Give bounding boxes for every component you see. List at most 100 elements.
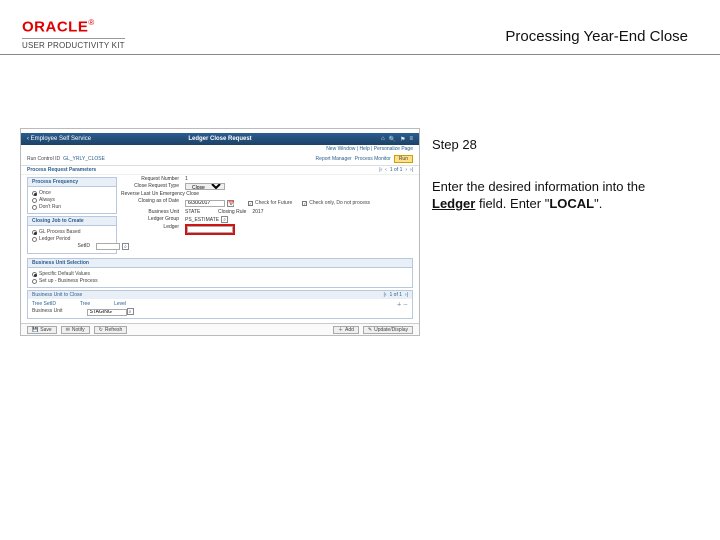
save-button[interactable]: 💾Save [27,326,57,334]
notify-button[interactable]: ✉Notify [61,326,90,334]
chk-future[interactable] [248,201,253,206]
rule-label: Closing Rule [206,209,246,215]
chk-future-label: Check for Future [255,200,292,206]
unit-label: Business Unit [121,209,179,215]
bu-col-tree: Tree SetID [32,301,56,308]
menu-icon[interactable]: ≡ [409,136,413,143]
add-button[interactable]: ＋Add [333,326,359,334]
page-title: Processing Year-End Close [505,28,688,45]
freq-dont-radio[interactable] [32,205,37,210]
instr-seg-b: field. Enter " [475,196,549,211]
close-req-select[interactable]: Close [185,183,225,190]
bu-row-add[interactable]: ＋ － [397,301,408,308]
nav-icon-group: ⌂ 🔍 ⚑ ≡ [381,136,413,143]
selection-panel: Business Unit Selection Specific Default… [27,258,413,288]
save-icon: 💾 [32,327,38,333]
selection-header: Business Unit Selection [28,259,412,268]
pager-first[interactable]: |‹ [379,167,382,173]
refresh-button[interactable]: ↻Refresh [94,326,128,334]
sel-group-label: Set up - Business Process [39,278,98,284]
bu-grid-body: Tree SetID Tree Level ＋ － Business Unit … [27,299,413,319]
sel-values-radio[interactable] [32,272,37,277]
upk-subtitle: USER PRODUCTIVITY KIT [22,38,125,50]
nav-page-title: Ledger Close Request [188,136,251,142]
setid-label: SetID [32,243,90,250]
brand-block: ORACLE® USER PRODUCTIVITY KIT [22,18,125,50]
req-num-value: 1 [185,176,188,182]
runctl-value: GL_YRLY_CLOSE [63,156,105,162]
process-monitor-link[interactable]: Process Monitor [355,156,391,162]
setid-input[interactable] [96,243,120,250]
bu-pager-text: 1 of 1 [390,292,403,298]
asof-label: Closing as of Date [121,198,179,208]
journal-header: Closing Job to Create [28,217,116,226]
instruction-text: Enter the desired information into the L… [432,178,692,213]
sel-group-radio[interactable] [32,279,37,284]
refresh-icon: ↻ [99,327,103,333]
instr-ledger-word: Ledger [432,196,475,211]
pager-last[interactable]: ›| [410,167,413,173]
unit-value: STATE [185,209,200,215]
bu-row-input[interactable] [87,309,127,316]
group-value: PS_ESTIMATE [185,217,219,223]
ledger-field-highlight [185,224,235,235]
app-footer: 💾Save ✉Notify ↻Refresh ＋Add ✎Update/Disp… [21,323,419,335]
ledger-label: Ledger [121,224,179,235]
bu-row-label: Business Unit [32,308,63,316]
rule-value: 2017 [252,209,263,215]
plus-icon: ＋ [338,326,343,333]
app-screenshot: ‹ Employee Self Service Ledger Close Req… [20,128,420,336]
reverse-label: Reverse Last Un Emergency Close [121,191,199,197]
bu-row-lookup-icon[interactable]: ⌕ [127,308,134,315]
request-bar: Process Request Parameters |‹ ‹ 1 of 1 ›… [21,166,419,175]
app-navbar: ‹ Employee Self Service Ledger Close Req… [21,133,419,145]
instr-local-word: LOCAL [549,196,594,211]
process-frequency-panel: Process Frequency Once Always Don't Run [27,177,117,214]
close-req-label: Close Request Type [121,183,179,190]
sel-values-label: Specific Default Values [39,271,90,277]
pager-next[interactable]: › [405,167,407,173]
home-icon[interactable]: ⌂ [381,136,385,143]
group-label: Ledger Group [121,216,179,223]
ledger-input[interactable] [187,226,233,233]
update-display-button[interactable]: ✎Update/Display [363,326,413,334]
freq-header: Process Frequency [28,178,116,187]
bu-pager: |‹ 1 of 1 ›| [384,292,408,298]
step-number: Step 28 [432,136,692,154]
req-header: Process Request Parameters [27,167,96,173]
pager-pos: 1 of 1 [390,167,403,173]
closing-job-panel: Closing Job to Create GL Process Based L… [27,216,117,254]
bu-grid-header: Business Unit to Close |‹ 1 of 1 ›| [27,290,413,299]
group-lookup-icon[interactable]: ⌕ [221,216,228,223]
freq-always-radio[interactable] [32,198,37,203]
freq-always-label: Always [39,197,55,203]
header-divider [0,54,720,55]
oracle-tm: ® [88,18,94,27]
bu-col-level: Level [114,301,126,308]
notify-icon: ✉ [66,327,70,333]
report-mgr-link[interactable]: Report Manager [316,156,352,162]
run-button[interactable]: Run [394,155,413,163]
update-icon: ✎ [368,327,372,333]
chk-only[interactable] [302,201,307,206]
oracle-wordmark: ORACLE [22,18,88,35]
req-pager: |‹ ‹ 1 of 1 › ›| [379,167,413,173]
journal-b-radio[interactable] [32,237,37,242]
nav-crumbs[interactable]: New Window | Help | Personalize Page [21,145,419,153]
pager-prev[interactable]: ‹ [385,167,387,173]
bu-pager-first[interactable]: |‹ [384,292,387,298]
search-icon[interactable]: 🔍 [389,136,396,143]
journal-gl-radio[interactable] [32,230,37,235]
flag-icon[interactable]: ⚑ [400,136,405,143]
runctl-label: Run Control ID [27,156,60,162]
bu-pager-last[interactable]: ›| [405,292,408,298]
calendar-icon[interactable]: 📅 [227,200,234,207]
instruction-panel: Step 28 Enter the desired information in… [432,136,692,213]
instr-seg-a: Enter the desired information into the [432,179,645,194]
bu-header-label: Business Unit to Close [32,292,82,298]
journal-b-label: Ledger Period [39,236,70,242]
freq-once-radio[interactable] [32,191,37,196]
bu-col-tree2: Tree [80,301,90,308]
run-control-row: Run Control ID GL_YRLY_CLOSE Report Mana… [21,153,419,166]
asof-input[interactable] [185,200,225,207]
